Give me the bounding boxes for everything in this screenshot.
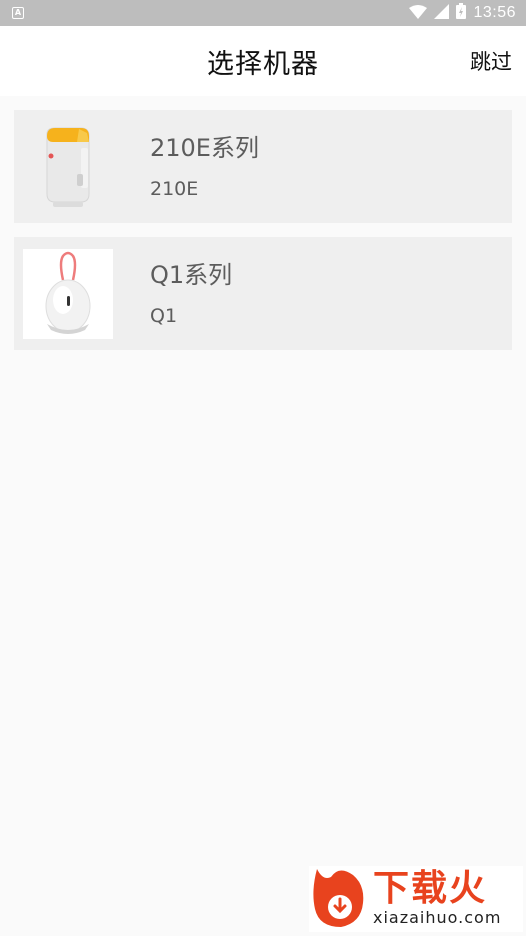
device-model-label: 210E bbox=[150, 177, 199, 200]
device-card-210e[interactable]: 210E系列 210E bbox=[14, 110, 512, 223]
device-text: 210E系列 210E bbox=[150, 133, 259, 201]
watermark: 下载火 xiazaihuo.com bbox=[309, 866, 523, 932]
page-title: 选择机器 bbox=[207, 48, 319, 80]
status-time: 13:56 bbox=[473, 4, 516, 21]
egg-printer-q1-image bbox=[23, 248, 113, 339]
watermark-domain: xiazaihuo.com bbox=[373, 908, 502, 927]
signal-icon bbox=[434, 3, 450, 23]
watermark-text: 下载火 xiazaihuo.com bbox=[373, 870, 501, 928]
device-model-label: Q1 bbox=[150, 304, 178, 327]
device-series-label: Q1系列 bbox=[150, 260, 233, 289]
status-bar: A 13:56 bbox=[0, 0, 526, 26]
flame-logo-icon bbox=[309, 865, 371, 933]
device-series-label: 210E系列 bbox=[150, 133, 259, 162]
notification-icon: A bbox=[12, 7, 24, 19]
device-card-q1[interactable]: Q1系列 Q1 bbox=[14, 237, 512, 350]
battery-charging-icon bbox=[456, 3, 467, 23]
app-bar: 选择机器 跳过 bbox=[0, 26, 526, 96]
wifi-icon bbox=[409, 4, 428, 23]
watermark-brand: 下载火 bbox=[373, 868, 488, 909]
device-list: 210E系列 210E Q1系列 Q1 bbox=[14, 110, 512, 364]
label-printer-210e-image bbox=[23, 122, 113, 212]
status-left: A bbox=[12, 7, 24, 19]
device-text: Q1系列 Q1 bbox=[150, 260, 232, 328]
skip-button[interactable]: 跳过 bbox=[470, 46, 512, 76]
status-right: 13:56 bbox=[409, 3, 516, 23]
